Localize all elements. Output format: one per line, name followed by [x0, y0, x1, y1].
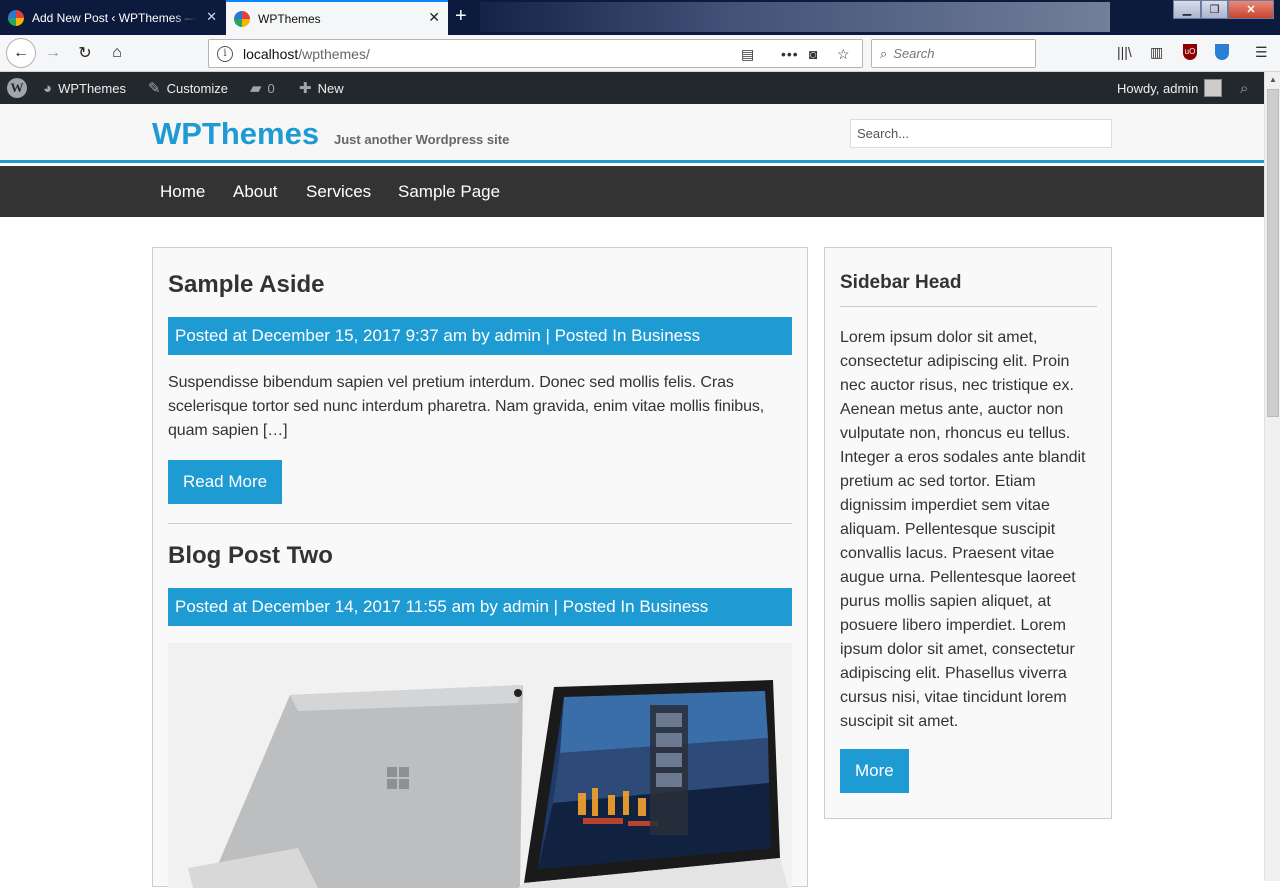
sidebar-widget: Sidebar Head Lorem ipsum dolor sit amet,… [824, 247, 1112, 819]
post-excerpt: Suspendisse bibendum sapien vel pretium … [168, 374, 765, 439]
browser-toolbar: ← → ↻ ⌂ i localhost/wpthemes/ ▤ ••• ◙ ☆ … [0, 35, 1280, 72]
sidebar-heading: Sidebar Head [840, 272, 962, 293]
tab-wpthemes[interactable]: WPThemes ✕ [226, 0, 448, 35]
search-placeholder: Search [893, 46, 935, 61]
wp-admin-bar: W ◕ WPThemes ✎ Customize ▰ 0 ✚ New Howdy… [0, 72, 1264, 104]
sidebar-text: Lorem ipsum dolor sit amet, consectetur … [840, 329, 1086, 730]
post-item: Sample Aside Posted at December 15, 2017… [168, 268, 792, 504]
comment-bubble-icon: ▰ [250, 80, 262, 97]
avatar [1204, 79, 1223, 97]
post-item: Blog Post Two Posted at December 14, 201… [168, 539, 792, 626]
site-tagline: Just another Wordpress site [334, 132, 510, 147]
site-info-icon[interactable]: i [217, 45, 233, 62]
url-path: /wpthemes/ [298, 45, 370, 62]
reload-icon[interactable]: ↻ [72, 39, 98, 67]
tab-title: WPThemes [258, 11, 321, 26]
main-navigation: Home About Services Sample Page [0, 166, 1264, 217]
site-name-label: WPThemes [58, 80, 126, 96]
back-arrow-icon[interactable]: ← [6, 38, 36, 68]
tab-title: Add New Post ‹ WPThemes — WordPress [32, 10, 197, 25]
admin-bar-new[interactable]: ✚ New [299, 72, 344, 104]
wordpress-logo-menu[interactable]: W [7, 72, 27, 104]
pocket-icon[interactable]: ◙ [809, 46, 817, 62]
reader-view-icon[interactable]: ▤ [741, 46, 754, 63]
nav-item-home[interactable]: Home [160, 166, 205, 217]
wordpress-favicon-icon [8, 9, 24, 26]
bookmark-star-icon[interactable]: ☆ [837, 46, 850, 63]
new-tab-plus-icon[interactable]: + [455, 5, 467, 27]
page-actions-icon[interactable]: ••• [781, 46, 799, 62]
scrollbar-thumb[interactable] [1267, 89, 1279, 417]
search-icon: ⌕ [880, 45, 888, 61]
home-icon[interactable]: ⌂ [104, 39, 130, 67]
post-featured-image-laptop[interactable] [168, 643, 792, 888]
laptop-illustration [168, 643, 792, 888]
hamburger-menu-icon[interactable]: ☰ [1255, 44, 1268, 61]
window-minimize-button[interactable]: ▁ [1173, 0, 1201, 19]
site-favicon-icon [234, 10, 250, 27]
sidebar-more-button[interactable]: More [840, 749, 909, 793]
window-close-button[interactable]: ✕ [1228, 0, 1274, 19]
post-list: Sample Aside Posted at December 15, 2017… [152, 247, 808, 888]
tab-add-new-post[interactable]: Add New Post ‹ WPThemes — WordPress ✕ [0, 0, 225, 35]
url-host: localhost [243, 45, 299, 62]
read-more-button[interactable]: Read More [168, 460, 283, 504]
close-tab-icon[interactable]: ✕ [206, 9, 217, 25]
new-label: New [317, 80, 344, 96]
sidebar-divider [840, 306, 1097, 307]
url-bar[interactable]: i localhost/wpthemes/ ▤ ••• ◙ ☆ [208, 39, 863, 68]
nav-item-sample-page[interactable]: Sample Page [398, 166, 500, 217]
page-scrollbar[interactable]: ▲ [1264, 72, 1280, 881]
admin-bar-site-name[interactable]: ◕ WPThemes [43, 72, 126, 104]
brush-icon: ✎ [148, 80, 161, 97]
admin-bar-account[interactable]: Howdy, admin [1117, 72, 1223, 104]
privacy-shield-icon[interactable] [1215, 44, 1229, 60]
site-header: WPThemes Just another Wordpress site [0, 104, 1264, 163]
dashboard-gauge-icon: ◕ [43, 79, 53, 97]
post-meta: Posted at December 14, 2017 11:55 am by … [168, 588, 792, 626]
admin-bar-customize[interactable]: ✎ Customize [148, 72, 228, 104]
post-meta: Posted at December 15, 2017 9:37 am by a… [168, 317, 792, 355]
ublock-origin-icon[interactable]: uO [1183, 44, 1197, 60]
admin-bar-comments[interactable]: ▰ 0 [250, 72, 275, 104]
site-search-input[interactable] [850, 119, 1112, 148]
plus-icon: ✚ [299, 80, 312, 97]
nav-item-services[interactable]: Services [306, 166, 371, 217]
scroll-up-arrow-icon[interactable]: ▲ [1265, 72, 1280, 88]
close-tab-icon[interactable]: ✕ [428, 9, 440, 26]
library-icon[interactable]: |||\ [1117, 44, 1132, 60]
post-title[interactable]: Sample Aside [168, 268, 792, 302]
window-maximize-button[interactable]: ❐ [1201, 0, 1228, 19]
search-icon: ⌕ [1240, 79, 1249, 97]
nav-item-about[interactable]: About [233, 166, 277, 217]
admin-bar-search-icon[interactable]: ⌕ [1240, 72, 1248, 104]
site-title[interactable]: WPThemes [152, 116, 319, 152]
sidebar-toggle-icon[interactable]: ▥ [1150, 44, 1163, 61]
comments-count: 0 [267, 80, 275, 96]
customize-label: Customize [166, 80, 228, 96]
browser-search-box[interactable]: ⌕ Search [871, 39, 1036, 68]
post-title[interactable]: Blog Post Two [168, 539, 792, 573]
post-divider [168, 523, 792, 524]
howdy-label: Howdy, admin [1117, 80, 1199, 96]
forward-arrow-icon[interactable]: → [40, 39, 66, 67]
wordpress-logo-icon: W [7, 78, 27, 98]
